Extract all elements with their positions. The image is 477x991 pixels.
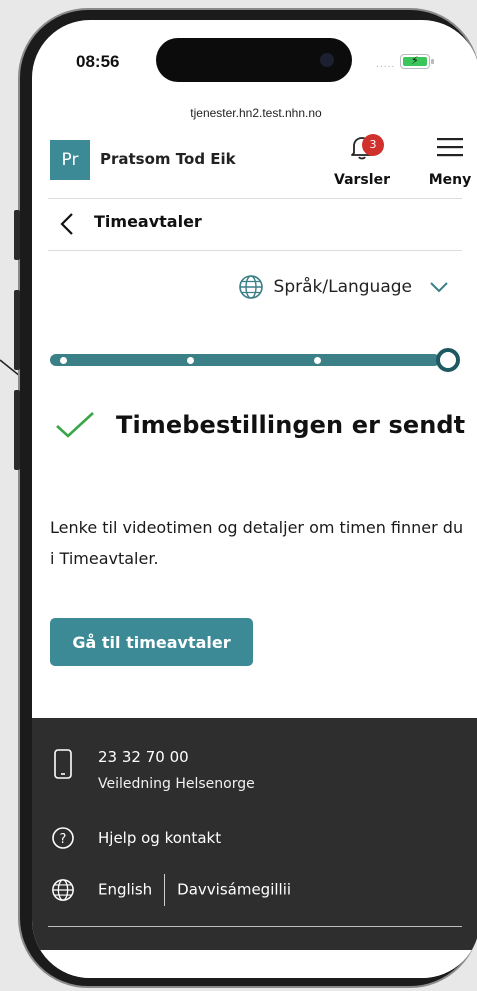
url-bar[interactable]: tjenester.hn2.test.nhn.no bbox=[32, 106, 477, 120]
question-icon: ? bbox=[52, 827, 74, 849]
progress-track bbox=[50, 354, 440, 366]
breadcrumb[interactable]: Timeavtaler bbox=[32, 202, 477, 250]
side-button bbox=[14, 390, 20, 470]
globe-icon bbox=[238, 275, 263, 299]
progress-step bbox=[314, 357, 321, 364]
status-bar: 08:56 ..... ⚡ bbox=[32, 20, 477, 102]
checkmark-icon bbox=[56, 412, 94, 438]
chevron-left-icon[interactable] bbox=[56, 210, 80, 238]
go-to-appointments-button[interactable]: Gå til timeavtaler bbox=[50, 618, 253, 666]
avatar[interactable]: Pr bbox=[50, 140, 90, 180]
language-sami-link[interactable]: Davvisámegillii bbox=[177, 881, 291, 899]
footer-divider bbox=[48, 926, 462, 927]
site-footer: 23 32 70 00 Veiledning Helsenorge ? Hjel… bbox=[32, 718, 477, 950]
mobile-phone-icon bbox=[54, 749, 72, 779]
status-time: 08:56 bbox=[76, 52, 120, 71]
notifications-label: Varsler bbox=[334, 172, 390, 188]
language-selector[interactable]: Språk/Language bbox=[238, 274, 450, 300]
success-title: Timebestillingen er sendt bbox=[116, 411, 466, 439]
language-english-link[interactable]: English bbox=[98, 881, 152, 899]
side-button bbox=[14, 210, 20, 260]
notification-count-badge: 3 bbox=[362, 134, 384, 156]
side-button bbox=[14, 290, 20, 370]
progress-stepper bbox=[50, 348, 460, 372]
language-separator bbox=[164, 874, 166, 906]
hamburger-icon bbox=[437, 138, 463, 157]
globe-icon bbox=[52, 879, 74, 901]
user-name[interactable]: Pratsom Tod Eik bbox=[100, 150, 236, 168]
footer-language: English Davvisámegillii bbox=[50, 874, 291, 906]
help-label[interactable]: Hjelp og kontakt bbox=[98, 829, 221, 847]
description-text: Lenke til videotimen og detaljer om time… bbox=[50, 518, 464, 568]
footer-phone[interactable]: 23 32 70 00 Veiledning Helsenorge bbox=[50, 748, 255, 792]
phone-caption: Veiledning Helsenorge bbox=[98, 776, 255, 792]
signal-icon: ..... bbox=[376, 60, 396, 70]
svg-text:?: ? bbox=[60, 832, 67, 847]
progress-step-current bbox=[436, 348, 460, 372]
site-header: Pr Pratsom Tod Eik Varsler 3 Meny bbox=[32, 130, 477, 198]
footer-help-link[interactable]: ? Hjelp og kontakt bbox=[50, 826, 221, 850]
chevron-down-icon bbox=[430, 282, 448, 293]
phone-number[interactable]: 23 32 70 00 bbox=[98, 748, 189, 766]
success-heading: Timebestillingen er sendt bbox=[54, 410, 465, 440]
home-indicator-area bbox=[32, 950, 477, 978]
menu-label: Meny bbox=[428, 172, 472, 188]
dynamic-island bbox=[156, 38, 352, 82]
divider bbox=[48, 198, 462, 199]
language-label: Språk/Language bbox=[273, 277, 412, 297]
battery-icon: ⚡ bbox=[400, 54, 434, 69]
camera-icon bbox=[320, 53, 334, 67]
phone-screen: 08:56 ..... ⚡ tjenester.hn2.test.nhn.no … bbox=[32, 20, 477, 978]
progress-step bbox=[187, 357, 194, 364]
menu-button[interactable]: Meny bbox=[426, 134, 474, 188]
progress-step bbox=[60, 357, 67, 364]
divider bbox=[48, 250, 462, 251]
back-title[interactable]: Timeavtaler bbox=[94, 212, 202, 231]
